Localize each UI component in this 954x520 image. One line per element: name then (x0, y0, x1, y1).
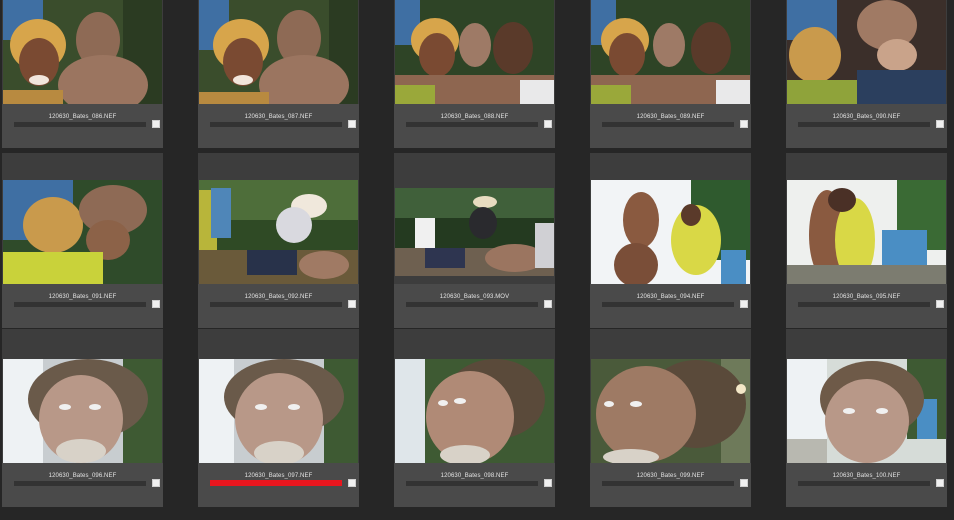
thumbnail-grid: 120630_Bates_086.NEF 120630_Bates_087.NE… (0, 0, 954, 520)
thumbnail-cell[interactable]: 120630_Bates_098.NEF (394, 329, 555, 507)
thumbnail-image[interactable] (199, 0, 358, 104)
thumbnail-filename: 120630_Bates_095.NEF (832, 294, 901, 300)
select-checkbox[interactable] (936, 479, 944, 487)
select-checkbox[interactable] (544, 300, 552, 308)
color-label-bar (602, 302, 734, 307)
color-label-bar (406, 302, 538, 307)
thumbnail-cell[interactable]: 120630_Bates_092.NEF (198, 153, 359, 328)
thumbnail-label-area: 120630_Bates_098.NEF (394, 463, 555, 507)
thumbnail-image[interactable] (395, 0, 554, 104)
thumbnail-cell[interactable]: 120630_Bates_097.NEF (198, 329, 359, 507)
color-label-bar (798, 122, 930, 127)
select-checkbox[interactable] (152, 300, 160, 308)
thumbnail-label-area: 120630_Bates_093.MOV (394, 284, 555, 328)
thumbnail-image[interactable] (3, 359, 162, 463)
thumbnail-filename: 120630_Bates_091.NEF (48, 294, 117, 300)
thumbnail-cell[interactable]: 120630_Bates_099.NEF (590, 329, 751, 507)
select-checkbox[interactable] (740, 120, 748, 128)
select-checkbox[interactable] (152, 120, 160, 128)
thumbnail-image[interactable] (787, 180, 946, 284)
color-label-bar (798, 302, 930, 307)
select-checkbox[interactable] (152, 479, 160, 487)
thumbnail-image[interactable] (591, 180, 750, 284)
thumbnail-label-area: 120630_Bates_094.NEF (590, 284, 751, 328)
thumbnail-filename: 120630_Bates_094.NEF (636, 294, 705, 300)
thumbnail-label-area: 120630_Bates_100.NEF (786, 463, 947, 507)
thumbnail-cell[interactable]: 120630_Bates_088.NEF (394, 0, 555, 148)
thumbnail-cell[interactable]: 120630_Bates_091.NEF (2, 153, 163, 328)
thumbnail-filename: 120630_Bates_086.NEF (48, 114, 117, 120)
color-label-bar (602, 122, 734, 127)
thumbnail-label-area: 120630_Bates_089.NEF (590, 104, 751, 148)
thumbnail-image[interactable] (199, 359, 358, 463)
select-checkbox[interactable] (348, 120, 356, 128)
thumbnail-filename: 120630_Bates_098.NEF (440, 473, 509, 479)
thumbnail-filename: 120630_Bates_100.NEF (832, 473, 901, 479)
thumbnail-filename: 120630_Bates_087.NEF (244, 114, 313, 120)
thumbnail-filename: 120630_Bates_096.NEF (48, 473, 117, 479)
thumbnail-image[interactable] (199, 180, 358, 284)
thumbnail-label-area: 120630_Bates_091.NEF (2, 284, 163, 328)
thumbnail-cell[interactable]: 120630_Bates_095.NEF (786, 153, 947, 328)
thumbnail-image[interactable] (591, 0, 750, 104)
thumbnail-cell[interactable]: 120630_Bates_086.NEF (2, 0, 163, 148)
thumbnail-cell[interactable]: 120630_Bates_093.MOV (394, 153, 555, 328)
color-label-bar (602, 481, 734, 486)
select-checkbox[interactable] (740, 479, 748, 487)
thumbnail-label-area: 120630_Bates_097.NEF (198, 463, 359, 507)
select-checkbox[interactable] (544, 120, 552, 128)
thumbnail-filename: 120630_Bates_099.NEF (636, 473, 705, 479)
thumbnail-filename: 120630_Bates_092.NEF (244, 294, 313, 300)
thumbnail-cell[interactable]: 120630_Bates_096.NEF (2, 329, 163, 507)
thumbnail-label-area: 120630_Bates_095.NEF (786, 284, 947, 328)
thumbnail-cell[interactable]: 120630_Bates_094.NEF (590, 153, 751, 328)
thumbnail-label-area: 120630_Bates_087.NEF (198, 104, 359, 148)
thumbnail-filename: 120630_Bates_088.NEF (440, 114, 509, 120)
thumbnail-image[interactable] (395, 359, 554, 463)
color-label-bar (406, 481, 538, 486)
thumbnail-image[interactable] (3, 0, 162, 104)
select-checkbox[interactable] (740, 300, 748, 308)
thumbnail-filename: 120630_Bates_097.NEF (244, 473, 313, 479)
color-label-bar (210, 302, 342, 307)
thumbnail-label-area: 120630_Bates_088.NEF (394, 104, 555, 148)
thumbnail-filename: 120630_Bates_089.NEF (636, 114, 705, 120)
thumbnail-label-area: 120630_Bates_092.NEF (198, 284, 359, 328)
thumbnail-image[interactable] (591, 359, 750, 463)
thumbnail-cell[interactable]: 120630_Bates_087.NEF (198, 0, 359, 148)
color-label-bar (406, 122, 538, 127)
color-label-bar (14, 302, 146, 307)
select-checkbox[interactable] (544, 479, 552, 487)
thumbnail-cell[interactable]: 120630_Bates_100.NEF (786, 329, 947, 507)
thumbnail-label-area: 120630_Bates_099.NEF (590, 463, 751, 507)
select-checkbox[interactable] (936, 120, 944, 128)
color-label-bar (210, 480, 342, 486)
thumbnail-label-area: 120630_Bates_090.NEF (786, 104, 947, 148)
color-label-bar (210, 122, 342, 127)
thumbnail-label-area: 120630_Bates_096.NEF (2, 463, 163, 507)
thumbnail-cell[interactable]: 120630_Bates_089.NEF (590, 0, 751, 148)
thumbnail-image[interactable] (787, 359, 946, 463)
select-checkbox[interactable] (936, 300, 944, 308)
select-checkbox[interactable] (348, 479, 356, 487)
color-label-bar (14, 481, 146, 486)
color-label-bar (14, 122, 146, 127)
thumbnail-filename: 120630_Bates_090.NEF (832, 114, 901, 120)
thumbnail-image[interactable] (787, 0, 946, 104)
color-label-bar (798, 481, 930, 486)
thumbnail-image[interactable] (395, 188, 554, 276)
select-checkbox[interactable] (348, 300, 356, 308)
thumbnail-label-area: 120630_Bates_086.NEF (2, 104, 163, 148)
thumbnail-filename: 120630_Bates_093.MOV (439, 294, 510, 300)
thumbnail-image[interactable] (3, 180, 162, 284)
thumbnail-cell[interactable]: 120630_Bates_090.NEF (786, 0, 947, 148)
